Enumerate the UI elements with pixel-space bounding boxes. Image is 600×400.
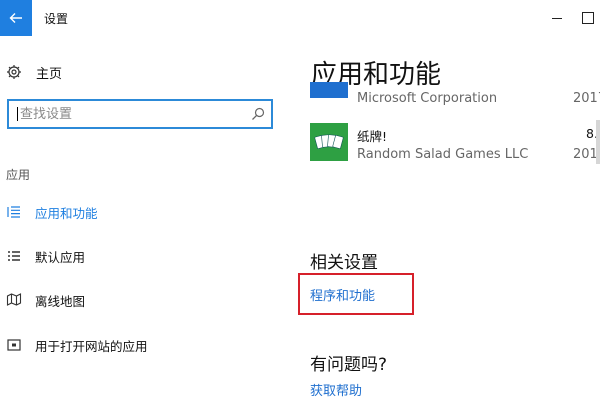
gear-icon xyxy=(7,65,21,79)
home-label: 主页 xyxy=(36,66,63,82)
sidebar-item-default-apps[interactable]: 默认应用 xyxy=(6,246,85,266)
highlight-annotation xyxy=(298,273,414,315)
sidebar-item-apps-for-websites[interactable]: 用于打开网站的应用 xyxy=(6,335,148,355)
text-caret xyxy=(17,107,18,121)
microsoft-app-icon xyxy=(310,82,348,98)
scrollbar[interactable] xyxy=(596,120,600,164)
sidebar-section-label: 应用 xyxy=(6,168,31,182)
open-web-icon xyxy=(6,337,22,353)
title-bar: 设置 xyxy=(0,0,600,36)
sidebar-item-label: 用于打开网站的应用 xyxy=(35,338,148,354)
maximize-button[interactable] xyxy=(582,12,594,24)
default-apps-icon xyxy=(6,248,22,264)
map-icon xyxy=(6,292,22,308)
app-publisher: Random Salad Games LLC xyxy=(357,147,529,162)
related-settings-heading: 相关设置 xyxy=(310,253,378,273)
app-publisher: Microsoft Corporation xyxy=(357,91,498,106)
back-arrow-icon xyxy=(9,13,22,23)
sidebar-item-label: 默认应用 xyxy=(35,249,86,265)
window-title: 设置 xyxy=(44,12,69,26)
back-button[interactable] xyxy=(0,0,32,36)
sidebar-item-offline-maps[interactable]: 离线地图 xyxy=(6,290,85,310)
sidebar-item-label: 离线地图 xyxy=(35,293,86,309)
app-name: 纸牌! xyxy=(357,129,388,144)
minimize-button[interactable] xyxy=(548,8,568,28)
app-date: 2017 xyxy=(573,91,600,106)
sidebar-item-label: 应用和功能 xyxy=(35,205,98,221)
solitaire-icon xyxy=(310,123,348,161)
help-heading: 有问题吗? xyxy=(310,355,388,375)
search-icon[interactable] xyxy=(251,107,265,121)
sidebar-home[interactable]: 主页 xyxy=(6,62,62,82)
search-box[interactable] xyxy=(7,99,273,129)
search-input[interactable] xyxy=(20,103,240,125)
sidebar-item-apps-features[interactable]: 应用和功能 xyxy=(6,202,98,222)
list-icon xyxy=(6,204,22,220)
get-help-link[interactable]: 获取帮助 xyxy=(310,380,362,399)
